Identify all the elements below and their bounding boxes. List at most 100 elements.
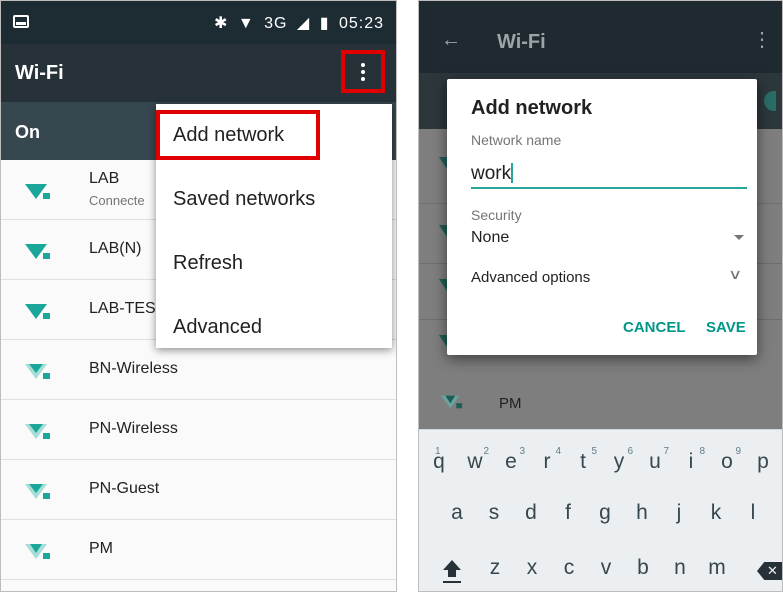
wifi-locked-icon [25, 184, 50, 199]
key-h[interactable]: h [626, 501, 658, 525]
network-row[interactable]: PM [419, 375, 782, 429]
wifi-locked-icon [25, 424, 50, 439]
key-k[interactable]: k [700, 501, 732, 525]
key-u[interactable]: u7 [639, 446, 671, 474]
network-row[interactable]: BN-Wireless [1, 340, 396, 400]
key-t[interactable]: t5 [567, 446, 599, 474]
network-name: LAB [89, 170, 120, 187]
chevron-down-icon[interactable]: ∨ [728, 266, 742, 283]
key-v[interactable]: v [590, 556, 622, 580]
wifi-locked-icon [25, 364, 50, 379]
wifi-toggle[interactable] [764, 91, 776, 111]
shift-underline [443, 581, 461, 583]
wifi-locked-icon [25, 244, 50, 259]
overflow-menu-button[interactable] [341, 50, 385, 93]
key-m[interactable]: m [701, 556, 733, 580]
dot-icon [361, 62, 365, 67]
network-status: Connecte [89, 193, 145, 208]
key-c[interactable]: c [553, 556, 585, 580]
key-l[interactable]: l [737, 501, 769, 525]
network-row[interactable]: PN-Guest [1, 460, 396, 520]
keyboard-row-1: q1w2e3r4t5y6u7i8o9p [419, 438, 782, 488]
page-title: Wi-Fi [15, 62, 64, 84]
menu-item-advanced[interactable]: Advanced [173, 316, 262, 339]
key-hint: 1 [435, 446, 441, 457]
page-title: Wi-Fi [497, 31, 546, 53]
key-j[interactable]: j [663, 501, 695, 525]
key-o[interactable]: o9 [711, 446, 743, 474]
key-a[interactable]: a [441, 501, 473, 525]
network-type: 3G [264, 15, 288, 32]
key-hint: 7 [663, 446, 669, 457]
dot-icon [361, 76, 365, 81]
network-name-input[interactable]: work [471, 159, 747, 189]
status-bar: ✱ ▼ 3G ◢ ▮ 05:23 [1, 1, 396, 44]
arrow-left-icon[interactable]: ← [441, 29, 461, 52]
highlight-box [156, 110, 320, 160]
signal-icon: ◢ [296, 15, 311, 32]
keyboard-row-2: asdfghjkl [419, 495, 782, 545]
key-w[interactable]: w2 [459, 446, 491, 474]
wifi-switch-label: On [15, 122, 40, 142]
keyboard: q1w2e3r4t5y6u7i8o9p asdfghjkl ✕ zxcvbnm [419, 429, 782, 591]
menu-item-saved-networks[interactable]: Saved networks [173, 188, 315, 211]
key-g[interactable]: g [589, 501, 621, 525]
notification-icon [13, 15, 29, 28]
key-p[interactable]: p [747, 450, 779, 474]
wifi-locked-icon [441, 395, 463, 409]
network-name: PN-Wireless [89, 420, 178, 437]
key-hint: 5 [591, 446, 597, 457]
overflow-menu-icon[interactable]: ⋮ [752, 27, 772, 52]
key-hint: 4 [555, 446, 561, 457]
save-button[interactable]: SAVE [706, 319, 746, 336]
wifi-locked-icon [25, 544, 50, 559]
cancel-button[interactable]: CANCEL [623, 319, 686, 336]
security-label: Security [471, 207, 522, 223]
key-q[interactable]: q1 [423, 446, 455, 474]
dialog-title: Add network [471, 97, 593, 119]
network-name: LAB(N) [89, 240, 142, 257]
app-bar: Wi-Fi [1, 44, 396, 102]
key-hint: 9 [735, 446, 741, 457]
security-select[interactable]: None [471, 229, 509, 247]
network-row[interactable]: PM [1, 520, 396, 580]
dot-icon [361, 69, 365, 74]
shift-icon[interactable] [443, 560, 461, 577]
phone-wifi-list: ✱ ▼ 3G ◢ ▮ 05:23 Wi-Fi On LAB Connecte L… [0, 0, 397, 592]
keyboard-row-3: ✕ zxcvbnm [419, 548, 782, 591]
wifi-status-icon: ▼ [237, 15, 255, 32]
menu-item-refresh[interactable]: Refresh [173, 252, 243, 275]
network-name: PN-Guest [89, 480, 160, 497]
key-x[interactable]: x [516, 556, 548, 580]
key-hint: 8 [699, 446, 705, 457]
dropdown-arrow-icon[interactable] [734, 235, 744, 240]
advanced-options-toggle[interactable]: Advanced options [471, 269, 590, 286]
key-z[interactable]: z [479, 556, 511, 580]
network-name: BN-Wireless [89, 360, 178, 377]
key-b[interactable]: b [627, 556, 659, 580]
key-hint: 6 [627, 446, 633, 457]
key-i[interactable]: i8 [675, 446, 707, 474]
key-hint: 2 [483, 446, 489, 457]
wifi-locked-icon [25, 304, 50, 319]
key-s[interactable]: s [478, 501, 510, 525]
key-r[interactable]: r4 [531, 446, 563, 474]
battery-icon: ▮ [319, 15, 330, 32]
wifi-locked-icon [25, 484, 50, 499]
network-row[interactable]: PN-Wireless [1, 400, 396, 460]
key-e[interactable]: e3 [495, 446, 527, 474]
app-bar: ← Wi-Fi ⋮ [419, 1, 782, 73]
clock: 05:23 [338, 15, 384, 32]
key-hint: 3 [519, 446, 525, 457]
key-f[interactable]: f [552, 501, 584, 525]
bluetooth-icon: ✱ [213, 15, 229, 32]
network-name-label: Network name [471, 132, 562, 148]
key-n[interactable]: n [664, 556, 696, 580]
network-name: PM [499, 395, 522, 412]
backspace-icon[interactable]: ✕ [757, 562, 782, 580]
key-d[interactable]: d [515, 501, 547, 525]
key-y[interactable]: y6 [603, 446, 635, 474]
add-network-dialog: Add network Network name work Security N… [447, 79, 757, 355]
overflow-menu: Add network Saved networks Refresh Advan… [156, 104, 392, 348]
network-name: LAB-TES [89, 300, 156, 317]
